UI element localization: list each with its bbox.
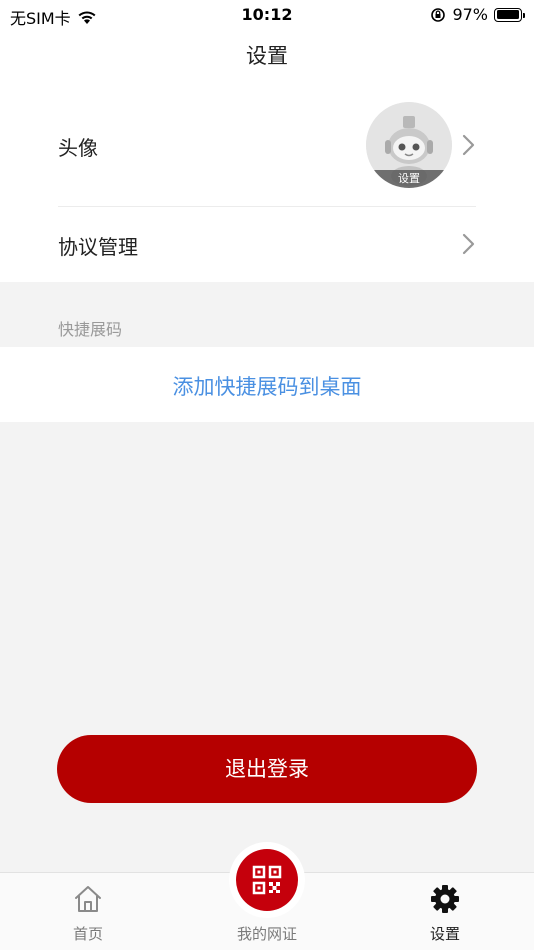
avatar-row-label: 头像: [58, 136, 98, 160]
qr-code-icon: [252, 865, 282, 895]
qr-code-button-inner: [236, 849, 298, 911]
tab-settings[interactable]: 设置: [385, 873, 505, 950]
tab-home-label: 首页: [72, 925, 103, 943]
shortcut-section-title: 快捷展码: [58, 320, 123, 339]
orientation-lock-icon: [431, 7, 446, 22]
tab-settings-label: 设置: [429, 925, 460, 943]
tab-my-id-label: 我的网证: [236, 925, 297, 943]
status-bar: 无SIM卡 10:12 97%: [0, 0, 534, 30]
avatar-caption: 设置: [366, 170, 452, 188]
battery-fill: [496, 10, 519, 19]
status-right: 97%: [430, 5, 525, 24]
shortcut-row: 添加快捷展码到桌面: [0, 347, 534, 422]
agreement-management-row[interactable]: 协议管理: [0, 207, 534, 281]
gear-icon: [431, 885, 459, 913]
chevron-right-icon: [462, 134, 475, 156]
page-title: 设置: [246, 44, 288, 68]
add-shortcut-to-desktop-link[interactable]: 添加快捷展码到桌面: [0, 371, 534, 401]
agreement-management-label: 协议管理: [58, 235, 138, 259]
battery-percent: 97%: [452, 5, 488, 24]
battery-icon: [494, 7, 525, 22]
qr-code-button[interactable]: [229, 842, 305, 918]
avatar[interactable]: 设置: [366, 102, 452, 188]
chevron-right-icon: [462, 233, 475, 255]
logout-button[interactable]: 退出登录: [57, 735, 477, 803]
tab-home[interactable]: 首页: [28, 873, 148, 950]
home-icon: [75, 886, 101, 912]
avatar-row[interactable]: 头像: [0, 95, 534, 205]
